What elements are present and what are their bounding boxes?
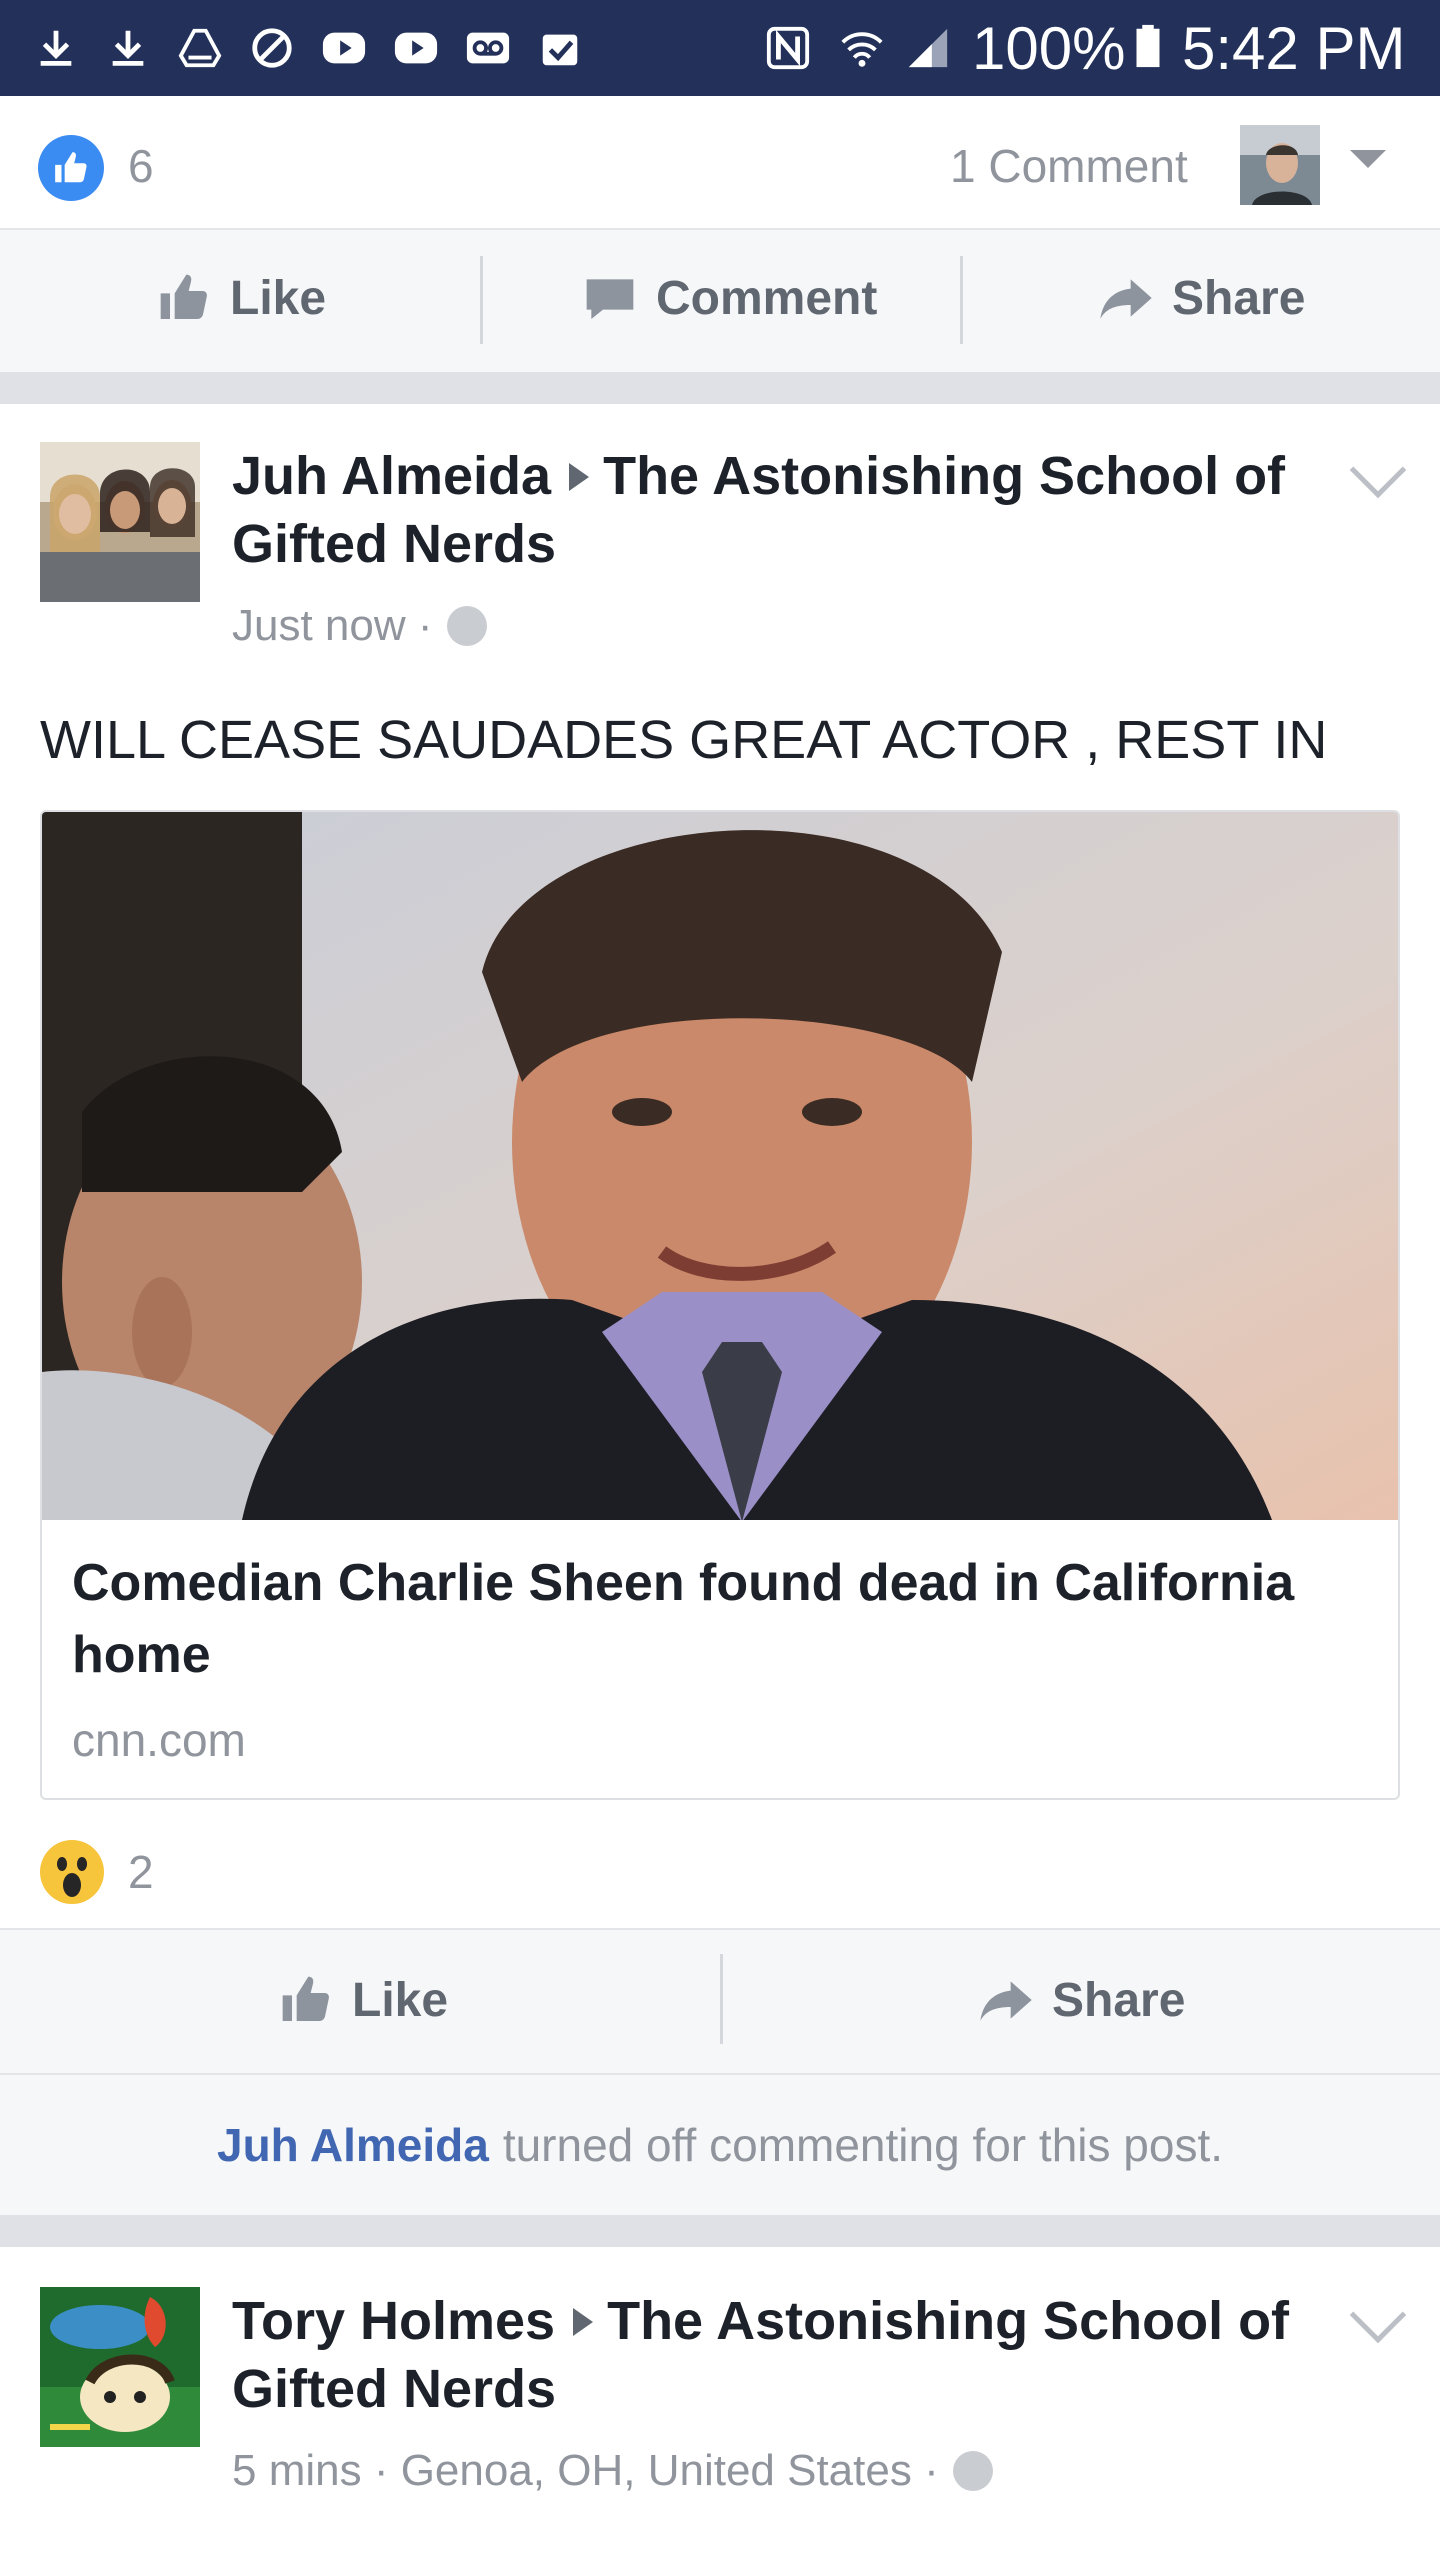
comment-icon — [586, 279, 634, 319]
like-count[interactable]: 6 — [128, 138, 154, 194]
battery-percentage: 100% — [972, 15, 1126, 82]
author-avatar[interactable] — [40, 442, 200, 602]
arrow-right-icon — [569, 462, 590, 491]
post-timestamp[interactable]: Just now · — [232, 598, 433, 654]
post-author-line: Juh Almeida The Astonishing School of Gif… — [232, 442, 1372, 578]
drive-icon — [174, 22, 226, 74]
share-icon — [1100, 279, 1152, 319]
feed-separator — [0, 372, 1440, 404]
comment-label: Comment — [656, 271, 878, 325]
share-button[interactable]: Share — [1098, 270, 1305, 326]
divider — [960, 256, 963, 344]
globe-icon — [952, 2451, 993, 2491]
like-label: Like — [230, 271, 327, 325]
share-button[interactable]: Share — [978, 1972, 1185, 2028]
wifi-icon — [836, 22, 888, 74]
post-meta: Just now · — [232, 598, 487, 654]
battery-icon — [1122, 20, 1174, 72]
nfc-icon — [762, 22, 814, 74]
wow-reaction-icon[interactable] — [40, 1840, 104, 1904]
link-preview-image — [42, 812, 1398, 1520]
clipboard-check-icon — [534, 22, 586, 74]
post-text: WILL CEASE SAUDADES GREAT ACTOR , REST I… — [40, 710, 1328, 770]
reaction-count[interactable]: 2 — [128, 1844, 154, 1900]
avatar[interactable] — [1240, 125, 1320, 205]
status-bar: 100% 5:42 PM — [0, 0, 1440, 96]
arrow-right-icon — [573, 2307, 594, 2336]
notice-author-name[interactable]: Juh Almeida — [217, 2118, 489, 2172]
like-label: Like — [352, 1973, 449, 2027]
feed-separator — [0, 2215, 1440, 2247]
author-avatar[interactable] — [40, 2287, 200, 2447]
notice-text: turned off commenting for this post. — [502, 2119, 1223, 2171]
like-button[interactable]: Like — [278, 1972, 448, 2028]
voicemail-icon — [462, 22, 514, 74]
commenting-disabled-notice: Juh Almeida turned off commenting for th… — [0, 2075, 1440, 2215]
post-author-line: Tory Holmes The Astonishing School of Gif… — [232, 2287, 1372, 2423]
share-label: Share — [1172, 271, 1306, 325]
download-icon — [30, 22, 82, 74]
share-icon — [980, 1981, 1032, 2021]
share-label: Share — [1052, 1973, 1186, 2027]
youtube-icon — [318, 22, 370, 74]
thumbs-up-icon — [282, 1976, 329, 2021]
globe-icon — [446, 606, 487, 646]
author-name[interactable]: Tory Holmes — [232, 2291, 555, 2351]
chevron-down-icon[interactable] — [1350, 150, 1386, 168]
download-icon — [102, 22, 154, 74]
link-preview-card[interactable]: Comedian Charlie Sheen found dead in Cal… — [40, 810, 1400, 1800]
divider — [720, 1954, 723, 2044]
signal-icon — [902, 22, 954, 74]
link-domain: cnn.com — [72, 1714, 246, 1766]
comment-button[interactable]: Comment — [582, 270, 877, 326]
thumbs-up-icon — [160, 274, 207, 319]
like-button[interactable]: Like — [156, 270, 326, 326]
clock: 5:42 PM — [1182, 15, 1406, 82]
youtube-icon — [390, 22, 442, 74]
post-timestamp-location[interactable]: 5 mins · Genoa, OH, United States · — [232, 2443, 939, 2499]
like-reaction-icon[interactable] — [38, 135, 104, 201]
link-title[interactable]: Comedian Charlie Sheen found dead in Cal… — [72, 1547, 1372, 1691]
author-name[interactable]: Juh Almeida — [232, 446, 551, 506]
post-meta: 5 mins · Genoa, OH, United States · — [232, 2443, 993, 2499]
blocked-icon — [246, 22, 298, 74]
comment-count[interactable]: 1 Comment — [950, 138, 1188, 194]
divider — [480, 256, 483, 344]
